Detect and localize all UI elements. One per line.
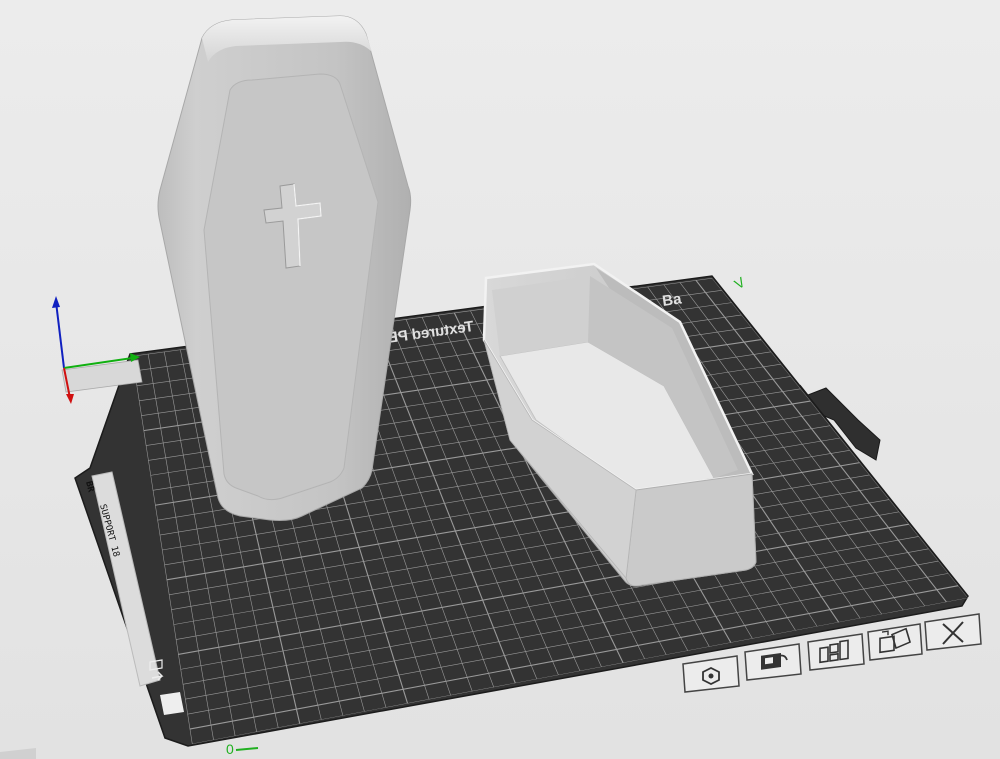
lock-button[interactable] — [744, 643, 802, 681]
axis-label-x: 0 — [226, 741, 234, 757]
axis-label-y: V — [732, 273, 749, 292]
edit-plate-button[interactable] — [867, 623, 923, 661]
scene-canvas[interactable]: Textured PEI Plate Ba BR SUPPORT 18 V 0 — [0, 0, 1000, 759]
z-axis — [55, 301, 65, 369]
layout-button[interactable] — [807, 633, 865, 671]
arrange-button[interactable] — [682, 655, 740, 693]
3d-viewport[interactable]: Textured PEI Plate Ba BR SUPPORT 18 V 0 — [0, 0, 1000, 759]
plate-label-prefix: Ba — [661, 290, 683, 310]
close-button[interactable] — [924, 613, 982, 651]
